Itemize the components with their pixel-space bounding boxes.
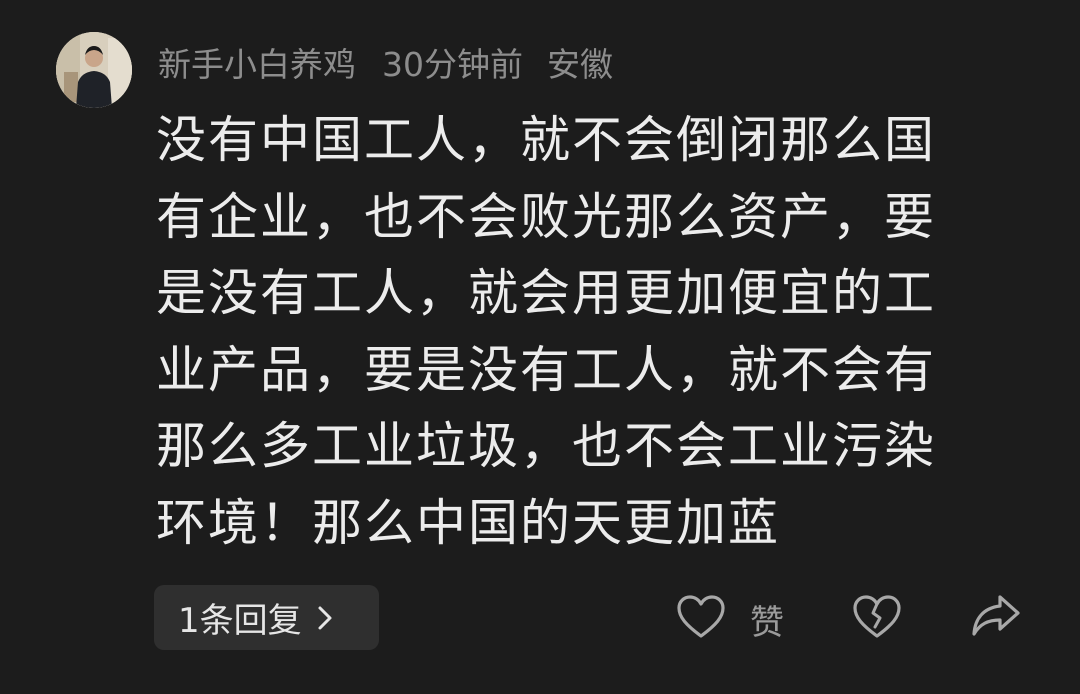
broken-heart-icon bbox=[852, 594, 902, 644]
comment-meta: 新手小白养鸡 30分钟前 安徽 bbox=[158, 38, 637, 86]
share-button[interactable] bbox=[970, 591, 1022, 643]
share-arrow-icon bbox=[970, 592, 1022, 642]
comment-line: 环境！那么中国的天更加蓝 bbox=[156, 493, 780, 552]
dislike-button[interactable] bbox=[852, 593, 902, 645]
user-avatar[interactable] bbox=[56, 32, 132, 108]
comment-line: 有企业，也不会败光那么资产，要 bbox=[156, 187, 936, 246]
comment-line: 没有中国工人，就不会倒闭那么国 bbox=[156, 111, 936, 169]
reply-count-label: 1条回复 bbox=[178, 601, 302, 641]
like-button[interactable]: 赞 bbox=[676, 593, 784, 645]
comment-text: 没有中国工人，就不会倒闭那么国 有企业，也不会败光那么资产，要 是没有工人，就会… bbox=[156, 102, 1016, 561]
like-label: 赞 bbox=[750, 602, 784, 643]
username[interactable]: 新手小白养鸡 bbox=[158, 38, 356, 86]
chevron-right-icon bbox=[316, 604, 334, 632]
heart-icon bbox=[676, 594, 726, 644]
comment-line: 那么多工业垃圾，也不会工业污染 bbox=[156, 417, 936, 475]
comment-location: 安徽 bbox=[547, 45, 613, 84]
comment-line: 业产品，要是没有工人，就不会有 bbox=[156, 340, 936, 399]
comment-line: 是没有工人，就会用更加便宜的工 bbox=[156, 264, 936, 322]
avatar-image bbox=[56, 32, 132, 108]
comment-time: 30分钟前 bbox=[382, 45, 523, 84]
view-replies-button[interactable]: 1条回复 bbox=[154, 585, 379, 650]
